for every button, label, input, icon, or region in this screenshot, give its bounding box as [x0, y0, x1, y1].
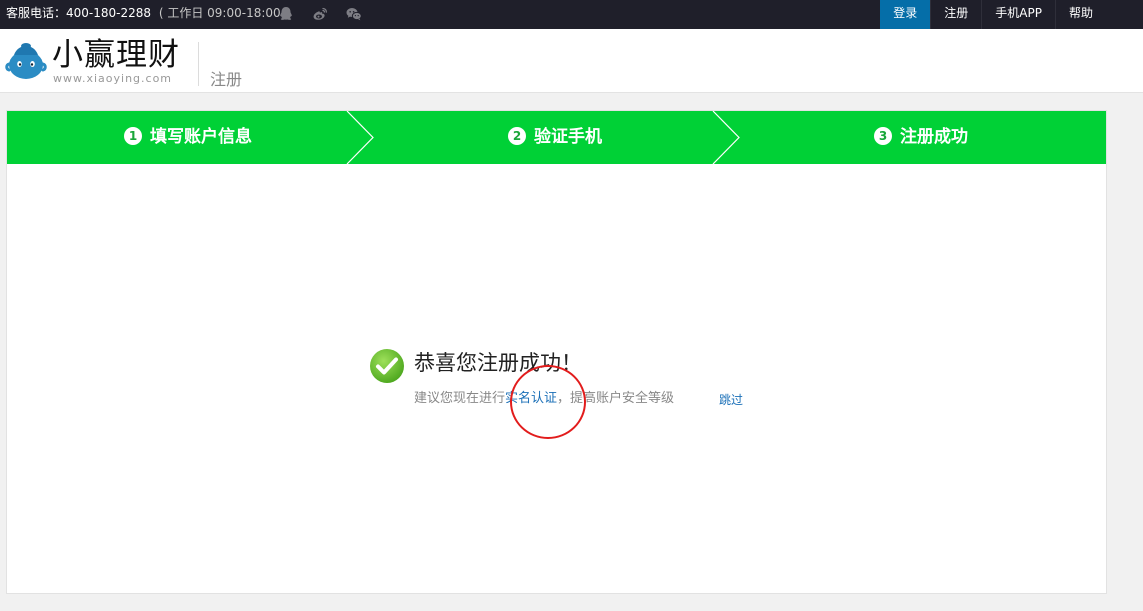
success-check-icon	[370, 349, 404, 383]
weibo-icon[interactable]	[311, 5, 329, 23]
step-3-label: 注册成功	[900, 127, 968, 147]
skip-link[interactable]: 跳过	[719, 390, 743, 410]
mobile-app-link[interactable]: 手机APP	[981, 0, 1055, 29]
brand-domain: www.xiaoying.com	[53, 72, 173, 85]
login-link[interactable]: 登录	[880, 0, 931, 29]
hint-prefix: 建议您现在进行	[414, 391, 506, 406]
brand-name[interactable]: 小赢理财	[52, 36, 180, 74]
hotline-label: 客服电话：400-180-2288	[6, 6, 152, 20]
wechat-icon[interactable]	[345, 5, 363, 23]
help-link[interactable]: 帮助	[1054, 0, 1106, 29]
register-link[interactable]: 注册	[930, 0, 981, 29]
top-bar: 客服电话：400-180-2288 ( 工作日 09:00-18:00 ) 登录…	[0, 0, 1143, 29]
qq-icon[interactable]	[277, 5, 295, 23]
step-progress-bar: 1 填写账户信息 2 验证手机 3 注册成功	[7, 111, 1106, 164]
site-header: 小赢理财 www.xiaoying.com 注册	[0, 29, 1143, 93]
step-2-label: 验证手机	[534, 127, 602, 147]
top-nav: 登录 注册 手机APP 帮助	[880, 0, 1106, 29]
step-1: 1 填写账户信息	[124, 111, 252, 164]
highlight-circle-annotation	[510, 365, 586, 439]
step-3: 3 注册成功	[874, 111, 968, 164]
mascot-logo-icon[interactable]	[5, 40, 47, 82]
step-3-number: 3	[874, 127, 892, 145]
header-divider	[198, 42, 199, 86]
page-title: 注册	[210, 70, 243, 89]
service-hours: ( 工作日 09:00-18:00 )	[158, 6, 290, 20]
registration-panel: 1 填写账户信息 2 验证手机 3 注册成功 恭喜您注册成功！ 建议您现在进行实名认证…	[6, 110, 1107, 594]
step-1-number: 1	[124, 127, 142, 145]
hotline: 客服电话：400-180-2288 ( 工作日 09:00-18:00 )	[6, 0, 289, 29]
step-1-label: 填写账户信息	[150, 127, 252, 147]
step-2-number: 2	[508, 127, 526, 145]
step-2: 2 验证手机	[508, 111, 602, 164]
